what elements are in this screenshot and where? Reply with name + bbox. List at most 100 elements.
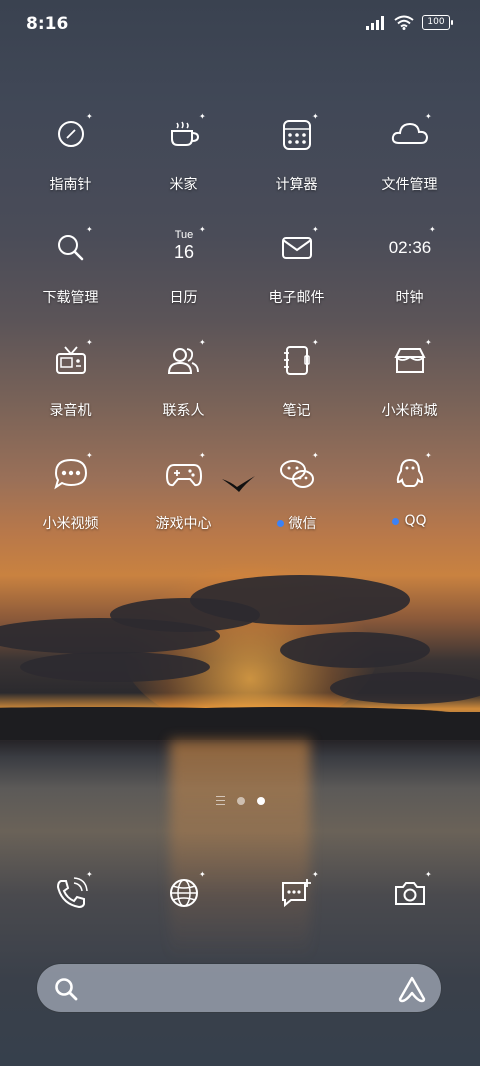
gamepad-icon: ✦ bbox=[165, 451, 206, 487]
shoreline bbox=[0, 702, 480, 740]
search-icon bbox=[55, 978, 78, 1001]
calendar-icon: Tue 16 ✦ bbox=[173, 225, 206, 262]
app-file-manager[interactable]: ✦ 文件管理 bbox=[353, 104, 466, 200]
app-recorder[interactable]: ✦ 录音机 bbox=[14, 330, 127, 426]
browser-globe-icon: ✦ bbox=[169, 870, 206, 907]
notebook-icon: ✦ bbox=[283, 338, 319, 375]
svg-text:✦: ✦ bbox=[312, 112, 319, 121]
svg-text:✦: ✦ bbox=[312, 870, 319, 879]
app-contacts[interactable]: ✦ 联系人 bbox=[127, 330, 240, 426]
clock-icon: 02:36 ✦ bbox=[388, 225, 436, 257]
app-label: 电子邮件 bbox=[268, 290, 325, 306]
svg-text:✦: ✦ bbox=[312, 225, 319, 234]
app-mijia[interactable]: ✦ 米家 bbox=[127, 104, 240, 200]
app-calculator[interactable]: ✦ 计算器 bbox=[240, 104, 353, 200]
app-label: 计算器 bbox=[275, 177, 318, 193]
dock-browser[interactable]: ✦ bbox=[127, 862, 240, 932]
svg-text:✦: ✦ bbox=[199, 112, 206, 121]
app-mi-video[interactable]: ✦ 小米视频 bbox=[14, 443, 127, 539]
svg-text:✦: ✦ bbox=[312, 338, 319, 347]
search-bar[interactable] bbox=[36, 963, 442, 1013]
svg-text:✦: ✦ bbox=[425, 870, 432, 879]
status-time: 8:16 bbox=[26, 14, 69, 34]
app-grid: ✦ 指南针 ✦ 米家 ✦ 计算器 ✦ 文件管理 ✦ 下载管理 Tue 16 ✦ … bbox=[14, 104, 466, 539]
cup-icon: ✦ bbox=[170, 112, 206, 146]
page-indicator[interactable] bbox=[0, 796, 480, 805]
app-label: 文件管理 bbox=[381, 177, 438, 193]
cloud bbox=[330, 672, 480, 704]
svg-text:✦: ✦ bbox=[425, 112, 432, 121]
app-label: 时钟 bbox=[395, 290, 424, 306]
svg-text:✦: ✦ bbox=[86, 870, 93, 879]
page-dot bbox=[236, 796, 245, 805]
app-label: 米家 bbox=[169, 177, 198, 193]
app-label: 联系人 bbox=[162, 403, 205, 419]
app-calendar[interactable]: Tue 16 ✦ 日历 bbox=[127, 217, 240, 313]
dock-phone[interactable]: ✦ bbox=[14, 862, 127, 932]
app-label: 小米商城 bbox=[381, 403, 438, 419]
feed-page-indicator bbox=[215, 796, 225, 805]
svg-text:✦: ✦ bbox=[312, 451, 319, 460]
cloud bbox=[280, 632, 430, 668]
wifi-icon bbox=[394, 15, 414, 30]
svg-text:✦: ✦ bbox=[86, 451, 93, 460]
app-label: 微信 bbox=[288, 516, 317, 532]
qq-penguin-icon: ✦ bbox=[396, 451, 432, 487]
radio-icon: ✦ bbox=[55, 338, 93, 374]
svg-text:✦: ✦ bbox=[199, 451, 206, 460]
contacts-icon: ✦ bbox=[167, 338, 206, 374]
app-download-manager[interactable]: ✦ 下载管理 bbox=[14, 217, 127, 313]
page-dot-current bbox=[256, 796, 265, 805]
chat-bubble-icon: ✦ bbox=[53, 451, 93, 490]
svg-text:✦: ✦ bbox=[199, 338, 206, 347]
status-bar: 8:16 100 bbox=[0, 0, 480, 50]
app-label: 录音机 bbox=[49, 403, 92, 419]
app-compass[interactable]: ✦ 指南针 bbox=[14, 104, 127, 200]
phone-icon: ✦ bbox=[56, 870, 93, 909]
app-label: 指南针 bbox=[49, 177, 92, 193]
svg-text:✦: ✦ bbox=[86, 225, 93, 234]
app-label: 小米视频 bbox=[42, 516, 99, 532]
app-qq[interactable]: ✦ QQ bbox=[353, 443, 466, 539]
svg-text:✦: ✦ bbox=[86, 338, 93, 347]
status-icons: 100 bbox=[366, 15, 453, 30]
calendar-weekday: Tue bbox=[174, 229, 193, 241]
calendar-day: 16 bbox=[173, 242, 193, 262]
svg-text:✦: ✦ bbox=[199, 225, 206, 234]
svg-text:✦: ✦ bbox=[425, 338, 432, 347]
app-label: QQ bbox=[404, 513, 427, 529]
magnifier-icon: ✦ bbox=[57, 225, 93, 261]
new-badge-dot bbox=[392, 517, 400, 525]
envelope-icon: ✦ bbox=[281, 225, 319, 259]
new-badge-dot bbox=[276, 519, 284, 527]
app-mi-store[interactable]: ✦ 小米商城 bbox=[353, 330, 466, 426]
app-notes[interactable]: ✦ 笔记 bbox=[240, 330, 353, 426]
svg-text:✦: ✦ bbox=[425, 451, 432, 460]
app-label: 下载管理 bbox=[42, 290, 99, 306]
app-label: 笔记 bbox=[282, 403, 311, 419]
calculator-icon: ✦ bbox=[282, 112, 319, 150]
dock-messages[interactable]: ✦ bbox=[240, 862, 353, 932]
app-clock[interactable]: 02:36 ✦ 时钟 bbox=[353, 217, 466, 313]
store-icon: ✦ bbox=[393, 338, 432, 373]
svg-text:✦: ✦ bbox=[429, 225, 436, 234]
signal-icon bbox=[366, 15, 384, 30]
messages-icon: ✦ bbox=[281, 870, 319, 908]
dock: ✦ ✦ ✦ ✦ bbox=[14, 862, 466, 932]
clock-time: 02:36 bbox=[388, 238, 431, 257]
seagull-icon bbox=[221, 476, 255, 492]
app-label: 日历 bbox=[169, 290, 198, 306]
cloud-icon: ✦ bbox=[391, 112, 432, 144]
compass-icon: ✦ bbox=[57, 112, 93, 147]
camera-icon: ✦ bbox=[394, 870, 432, 905]
app-wechat[interactable]: ✦ 微信 bbox=[221, 443, 353, 539]
ai-assistant-icon[interactable] bbox=[397, 975, 427, 1003]
wechat-icon: ✦ bbox=[279, 451, 319, 488]
cloud bbox=[20, 652, 210, 682]
app-label: 游戏中心 bbox=[155, 516, 212, 532]
svg-text:✦: ✦ bbox=[86, 112, 93, 121]
app-email[interactable]: ✦ 电子邮件 bbox=[240, 217, 353, 313]
battery-icon: 100 bbox=[422, 15, 453, 30]
dock-camera[interactable]: ✦ bbox=[353, 862, 466, 932]
cloud bbox=[190, 575, 410, 625]
